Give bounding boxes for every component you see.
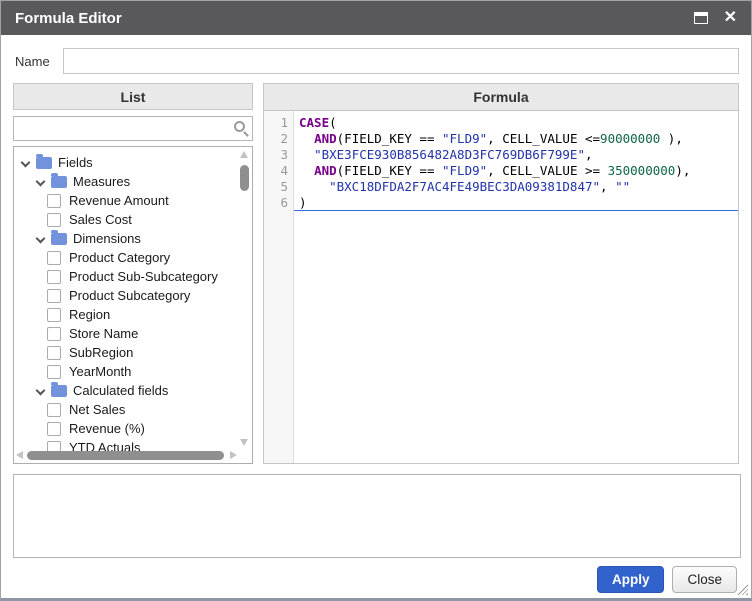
horizontal-scrollbar[interactable] — [16, 450, 237, 461]
tree-item-revenue-[interactable]: Revenue (%) — [14, 419, 238, 438]
code-line-3: "BXE3FCE930B856482A8D3FC769DB6F799E", — [294, 147, 738, 163]
tree-item-product-category[interactable]: Product Category — [14, 248, 238, 267]
tree-folder-fields[interactable]: Fields — [14, 153, 238, 172]
formula-editor-dialog: Formula Editor ✕ Name List Fields Measure… — [0, 0, 752, 601]
close-icon[interactable]: ✕ — [724, 10, 737, 26]
dialog-title: Formula Editor — [15, 10, 694, 27]
folder-icon — [51, 385, 67, 397]
folder-icon — [51, 176, 67, 188]
tree-item-product-subcategory[interactable]: Product Subcategory — [14, 286, 238, 305]
search-input[interactable] — [14, 117, 252, 140]
line-number: 5 — [264, 179, 288, 195]
tree-item-net-sales[interactable]: Net Sales — [14, 400, 238, 419]
tree-item-label: YearMonth — [69, 364, 131, 379]
name-input[interactable] — [63, 48, 739, 74]
tree-item-label: Sales Cost — [69, 212, 132, 227]
tree-item-product-sub-subcategory[interactable]: Product Sub-Subcategory — [14, 267, 238, 286]
maximize-icon[interactable] — [694, 12, 708, 24]
tree-item-label: Revenue (%) — [69, 421, 145, 436]
tree-item-label: Product Sub-Subcategory — [69, 269, 218, 284]
formula-panel: Formula 123456 CASE( AND(FIELD_KEY == "F… — [263, 83, 739, 464]
tree-item-subregion[interactable]: SubRegion — [14, 343, 238, 362]
tree-folder-dimensions[interactable]: Dimensions — [14, 229, 238, 248]
close-button[interactable]: Close — [672, 566, 737, 593]
checkbox[interactable] — [47, 251, 61, 265]
tree-item-label: Revenue Amount — [69, 193, 169, 208]
tree-item-region[interactable]: Region — [14, 305, 238, 324]
checkbox[interactable] — [47, 308, 61, 322]
checkbox[interactable] — [47, 365, 61, 379]
tree-item-label: Product Subcategory — [69, 288, 190, 303]
checkbox[interactable] — [47, 346, 61, 360]
tree-item-label: Measures — [73, 174, 130, 189]
field-tree: Fields Measures Revenue Amount Sales Cost Di… — [13, 146, 253, 464]
checkbox[interactable] — [47, 213, 61, 227]
scroll-right-icon[interactable] — [230, 451, 237, 459]
folder-icon — [36, 157, 52, 169]
formula-panel-header: Formula — [264, 84, 738, 111]
tree-item-label: Net Sales — [69, 402, 125, 417]
tree-item-sales-cost[interactable]: Sales Cost — [14, 210, 238, 229]
list-panel: List Fields Measures Revenue Amount Sales C… — [13, 83, 253, 464]
line-number: 4 — [264, 163, 288, 179]
code-line-4: AND(FIELD_KEY == "FLD9", CELL_VALUE >= 3… — [294, 163, 738, 179]
tree-item-yearmonth[interactable]: YearMonth — [14, 362, 238, 381]
formula-code-editor[interactable]: 123456 CASE( AND(FIELD_KEY == "FLD9", CE… — [264, 111, 738, 463]
search-icon[interactable] — [234, 121, 245, 132]
checkbox[interactable] — [47, 327, 61, 341]
code-line-5: "BXC18DFDA2F7AC4FE49BEC3DA09381D847", "" — [294, 179, 738, 195]
scroll-up-icon[interactable] — [240, 151, 248, 158]
checkbox[interactable] — [47, 194, 61, 208]
footer: Apply Close — [1, 558, 751, 593]
tree-item-label: Store Name — [69, 326, 138, 341]
tree-item-store-name[interactable]: Store Name — [14, 324, 238, 343]
chevron-down-icon[interactable] — [37, 387, 45, 395]
vertical-scroll-thumb[interactable] — [240, 165, 249, 191]
tree-item-label: Product Category — [69, 250, 170, 265]
chevron-down-icon[interactable] — [37, 178, 45, 186]
line-number: 3 — [264, 147, 288, 163]
tree-item-revenue-amount[interactable]: Revenue Amount — [14, 191, 238, 210]
tree-item-label: Dimensions — [73, 231, 141, 246]
line-number: 2 — [264, 131, 288, 147]
code-line-2: AND(FIELD_KEY == "FLD9", CELL_VALUE <=90… — [294, 131, 738, 147]
tree-folder-measures[interactable]: Measures — [14, 172, 238, 191]
search-box — [13, 116, 253, 141]
list-panel-header: List — [13, 83, 253, 110]
chevron-down-icon[interactable] — [37, 235, 45, 243]
scroll-down-icon[interactable] — [240, 439, 248, 446]
folder-icon — [51, 233, 67, 245]
checkbox[interactable] — [47, 289, 61, 303]
name-label: Name — [15, 54, 63, 69]
tree-item-label: SubRegion — [69, 345, 133, 360]
line-number-gutter: 123456 — [264, 111, 294, 463]
checkbox[interactable] — [47, 270, 61, 284]
line-number: 6 — [264, 195, 288, 211]
titlebar[interactable]: Formula Editor ✕ — [1, 1, 751, 35]
code-area[interactable]: CASE( AND(FIELD_KEY == "FLD9", CELL_VALU… — [294, 111, 738, 463]
checkbox[interactable] — [47, 403, 61, 417]
tree-item-label: Fields — [58, 155, 93, 170]
message-box[interactable] — [13, 474, 741, 558]
line-number: 1 — [264, 115, 288, 131]
tree-folder-calculated-fields[interactable]: Calculated fields — [14, 381, 238, 400]
vertical-scrollbar[interactable] — [239, 149, 250, 448]
tree-item-label: Region — [69, 307, 110, 322]
tree-item-label: Calculated fields — [73, 383, 168, 398]
horizontal-scroll-thumb[interactable] — [27, 451, 224, 460]
checkbox[interactable] — [47, 422, 61, 436]
tree-root: Fields Measures Revenue Amount Sales Cost Di… — [14, 153, 238, 457]
code-line-1: CASE( — [294, 115, 738, 131]
panels: List Fields Measures Revenue Amount Sales C… — [1, 83, 751, 464]
chevron-down-icon[interactable] — [22, 159, 30, 167]
apply-button[interactable]: Apply — [597, 566, 665, 593]
name-row: Name — [1, 35, 751, 83]
code-line-6: ) — [294, 195, 738, 211]
scroll-left-icon[interactable] — [16, 451, 23, 459]
